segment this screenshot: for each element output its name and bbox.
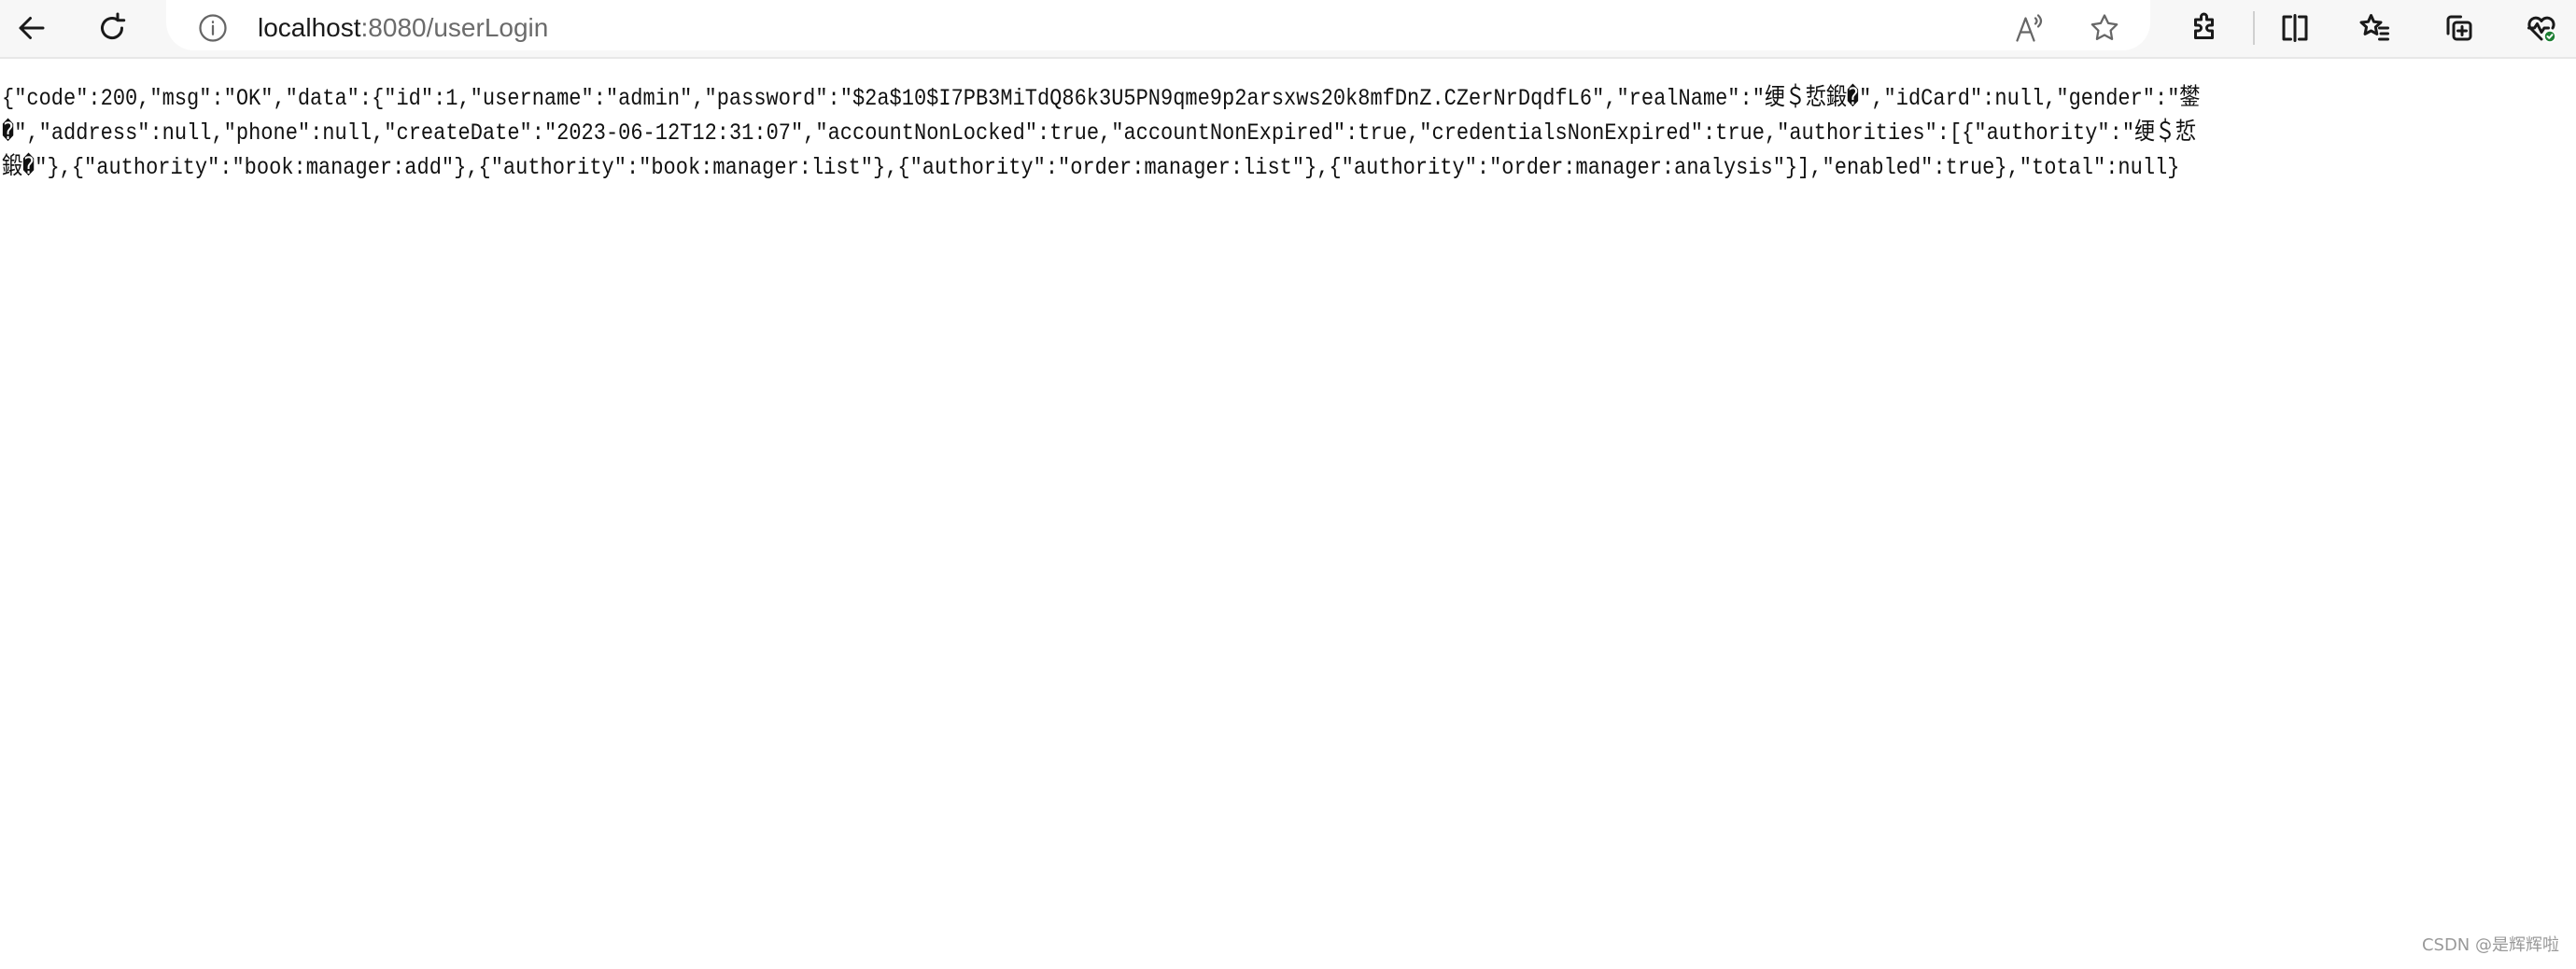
- back-icon[interactable]: [11, 7, 52, 49]
- browser-toolbar: localhost:8080/userLogin: [0, 0, 2576, 59]
- toolbar-divider: [2253, 11, 2255, 45]
- url-host: localhost: [258, 13, 361, 42]
- json-response-body: {"code":200,"msg":"OK","data":{"id":1,"u…: [2, 85, 2201, 181]
- watermark: CSDN @是辉辉啦: [2421, 935, 2559, 955]
- collections-icon[interactable]: [2439, 7, 2480, 49]
- favorites-list-icon[interactable]: [2355, 7, 2396, 49]
- url-text[interactable]: localhost:8080/userLogin: [258, 7, 548, 49]
- url-path: :8080/userLogin: [360, 13, 549, 42]
- browser-essentials-icon[interactable]: [2521, 7, 2562, 49]
- extensions-icon[interactable]: [2185, 7, 2226, 49]
- refresh-icon[interactable]: [91, 7, 133, 49]
- site-info-icon[interactable]: [192, 7, 233, 49]
- read-aloud-icon[interactable]: [2009, 7, 2050, 49]
- favorite-star-icon[interactable]: [2084, 7, 2125, 49]
- split-screen-icon[interactable]: [2274, 7, 2316, 49]
